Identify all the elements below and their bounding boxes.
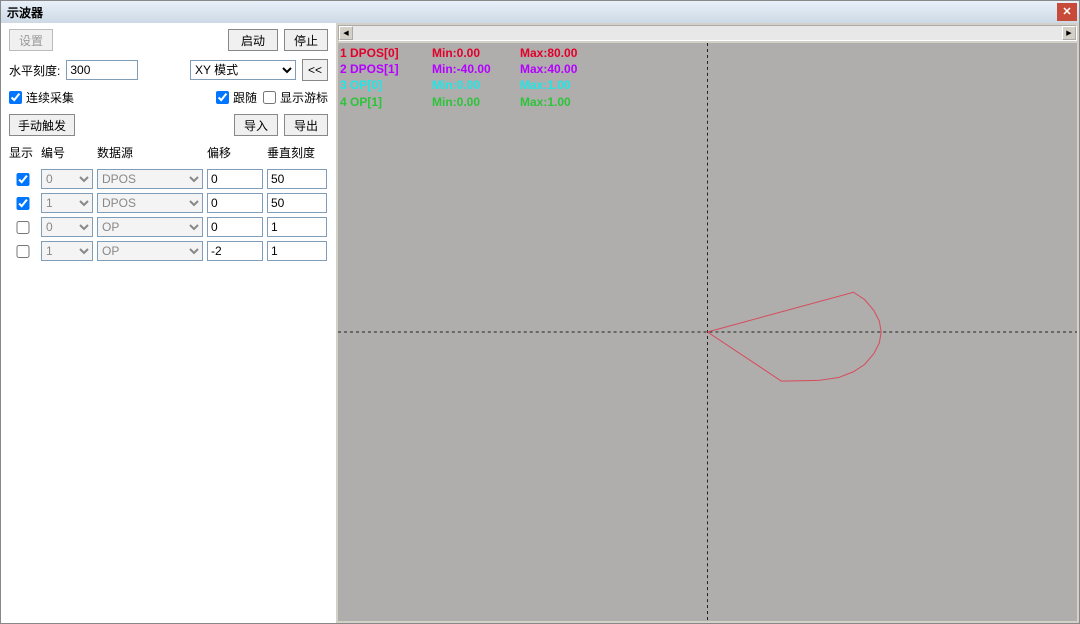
- overlay-line: 1 DPOS[0] Min:0.00 Max:80.00: [340, 45, 596, 61]
- th-source: 数据源: [97, 144, 203, 161]
- follow-input[interactable]: [216, 91, 229, 104]
- overlay-min: Min:-40.00: [432, 61, 508, 77]
- plot-svg: [338, 43, 1077, 621]
- channel-vscale-input[interactable]: [267, 193, 327, 213]
- canvas-area: ◀ ▶ 1 DPOS[0] Min:0.00 Max:80.00 2 DPOS[1] M…: [336, 23, 1079, 623]
- plot: 1 DPOS[0] Min:0.00 Max:80.00 2 DPOS[1] Min:-…: [338, 43, 1077, 621]
- horizontal-scrollbar[interactable]: ◀ ▶: [338, 25, 1077, 41]
- row-checkboxes: 连续采集 跟随 显示游标: [9, 89, 328, 106]
- channel-id-select[interactable]: 1: [41, 193, 93, 213]
- channel-source-select[interactable]: OP: [97, 241, 203, 261]
- mode-select[interactable]: XY 模式: [190, 60, 296, 80]
- overlay-min: Min:0.00: [432, 94, 508, 110]
- overlay-idx: 2 DPOS[1]: [340, 61, 420, 77]
- overlay-max: Max:1.00: [520, 94, 596, 110]
- channel-enable-checkbox[interactable]: [9, 245, 37, 258]
- channel-table-head: 显示 编号 数据源 偏移 垂直刻度: [9, 144, 328, 161]
- manual-trigger-button[interactable]: 手动触发: [9, 114, 75, 136]
- close-icon[interactable]: ✕: [1057, 3, 1077, 21]
- row-trigger-io: 手动触发 导入 导出: [9, 114, 328, 136]
- channel-rows: 0DPOS1DPOS0OP1OP: [9, 169, 328, 265]
- window-title: 示波器: [7, 4, 43, 21]
- overlay-line: 3 OP[0] Min:0.00 Max:1.00: [340, 77, 596, 93]
- scroll-left-icon[interactable]: ◀: [339, 26, 353, 40]
- th-offset: 偏移: [207, 144, 263, 161]
- channel-enable-checkbox[interactable]: [9, 197, 37, 210]
- channel-source-select[interactable]: DPOS: [97, 193, 203, 213]
- channel-row: 0OP: [9, 217, 328, 237]
- titlebar: 示波器 ✕: [1, 1, 1079, 23]
- channel-row: 1OP: [9, 241, 328, 261]
- scroll-right-icon[interactable]: ▶: [1062, 26, 1076, 40]
- channel-id-select[interactable]: 0: [41, 169, 93, 189]
- overlay-min: Min:0.00: [432, 45, 508, 61]
- channel-id-select[interactable]: 1: [41, 241, 93, 261]
- channel-source-select[interactable]: OP: [97, 217, 203, 237]
- overlay-max: Max:80.00: [520, 45, 596, 61]
- th-show: 显示: [9, 144, 37, 161]
- overlay-max: Max:1.00: [520, 77, 596, 93]
- horizontal-scale-label: 水平刻度:: [9, 62, 60, 79]
- overlay-min: Min:0.00: [432, 77, 508, 93]
- import-button[interactable]: 导入: [234, 114, 278, 136]
- overlay-idx: 1 DPOS[0]: [340, 45, 420, 61]
- channel-offset-input[interactable]: [207, 169, 263, 189]
- channel-row: 0DPOS: [9, 169, 328, 189]
- overlay-idx: 4 OP[1]: [340, 94, 420, 110]
- start-button[interactable]: 启动: [228, 29, 278, 51]
- scroll-track[interactable]: [353, 26, 1062, 40]
- collapse-button[interactable]: <<: [302, 59, 328, 81]
- row-top-buttons: 设置 启动 停止: [9, 29, 328, 51]
- overlay-legend: 1 DPOS[0] Min:0.00 Max:80.00 2 DPOS[1] Min:-…: [340, 45, 596, 110]
- channel-vscale-input[interactable]: [267, 217, 327, 237]
- channel-offset-input[interactable]: [207, 193, 263, 213]
- th-vscale: 垂直刻度: [267, 144, 327, 161]
- show-cursor-input[interactable]: [263, 91, 276, 104]
- channel-enable-checkbox[interactable]: [9, 173, 37, 186]
- overlay-idx: 3 OP[0]: [340, 77, 420, 93]
- channel-source-select[interactable]: DPOS: [97, 169, 203, 189]
- channel-vscale-input[interactable]: [267, 169, 327, 189]
- channel-offset-input[interactable]: [207, 241, 263, 261]
- follow-checkbox[interactable]: 跟随: [216, 89, 257, 106]
- window: 示波器 ✕ 设置 启动 停止 水平刻度: XY 模式: [0, 0, 1080, 624]
- channel-id-select[interactable]: 0: [41, 217, 93, 237]
- show-cursor-checkbox[interactable]: 显示游标: [263, 89, 328, 106]
- body: 设置 启动 停止 水平刻度: XY 模式 <<: [1, 23, 1079, 623]
- settings-button[interactable]: 设置: [9, 29, 53, 51]
- continuous-capture-input[interactable]: [9, 91, 22, 104]
- channel-offset-input[interactable]: [207, 217, 263, 237]
- stop-button[interactable]: 停止: [284, 29, 328, 51]
- channel-vscale-input[interactable]: [267, 241, 327, 261]
- horizontal-scale-input[interactable]: [66, 60, 138, 80]
- continuous-capture-checkbox[interactable]: 连续采集: [9, 89, 74, 106]
- sidebar: 设置 启动 停止 水平刻度: XY 模式 <<: [1, 23, 336, 623]
- channel-row: 1DPOS: [9, 193, 328, 213]
- overlay-line: 4 OP[1] Min:0.00 Max:1.00: [340, 94, 596, 110]
- export-button[interactable]: 导出: [284, 114, 328, 136]
- channel-enable-checkbox[interactable]: [9, 221, 37, 234]
- th-id: 编号: [41, 144, 93, 161]
- row-hscale: 水平刻度: XY 模式 <<: [9, 59, 328, 81]
- overlay-line: 2 DPOS[1] Min:-40.00 Max:40.00: [340, 61, 596, 77]
- overlay-max: Max:40.00: [520, 61, 596, 77]
- trace-path: [708, 292, 882, 381]
